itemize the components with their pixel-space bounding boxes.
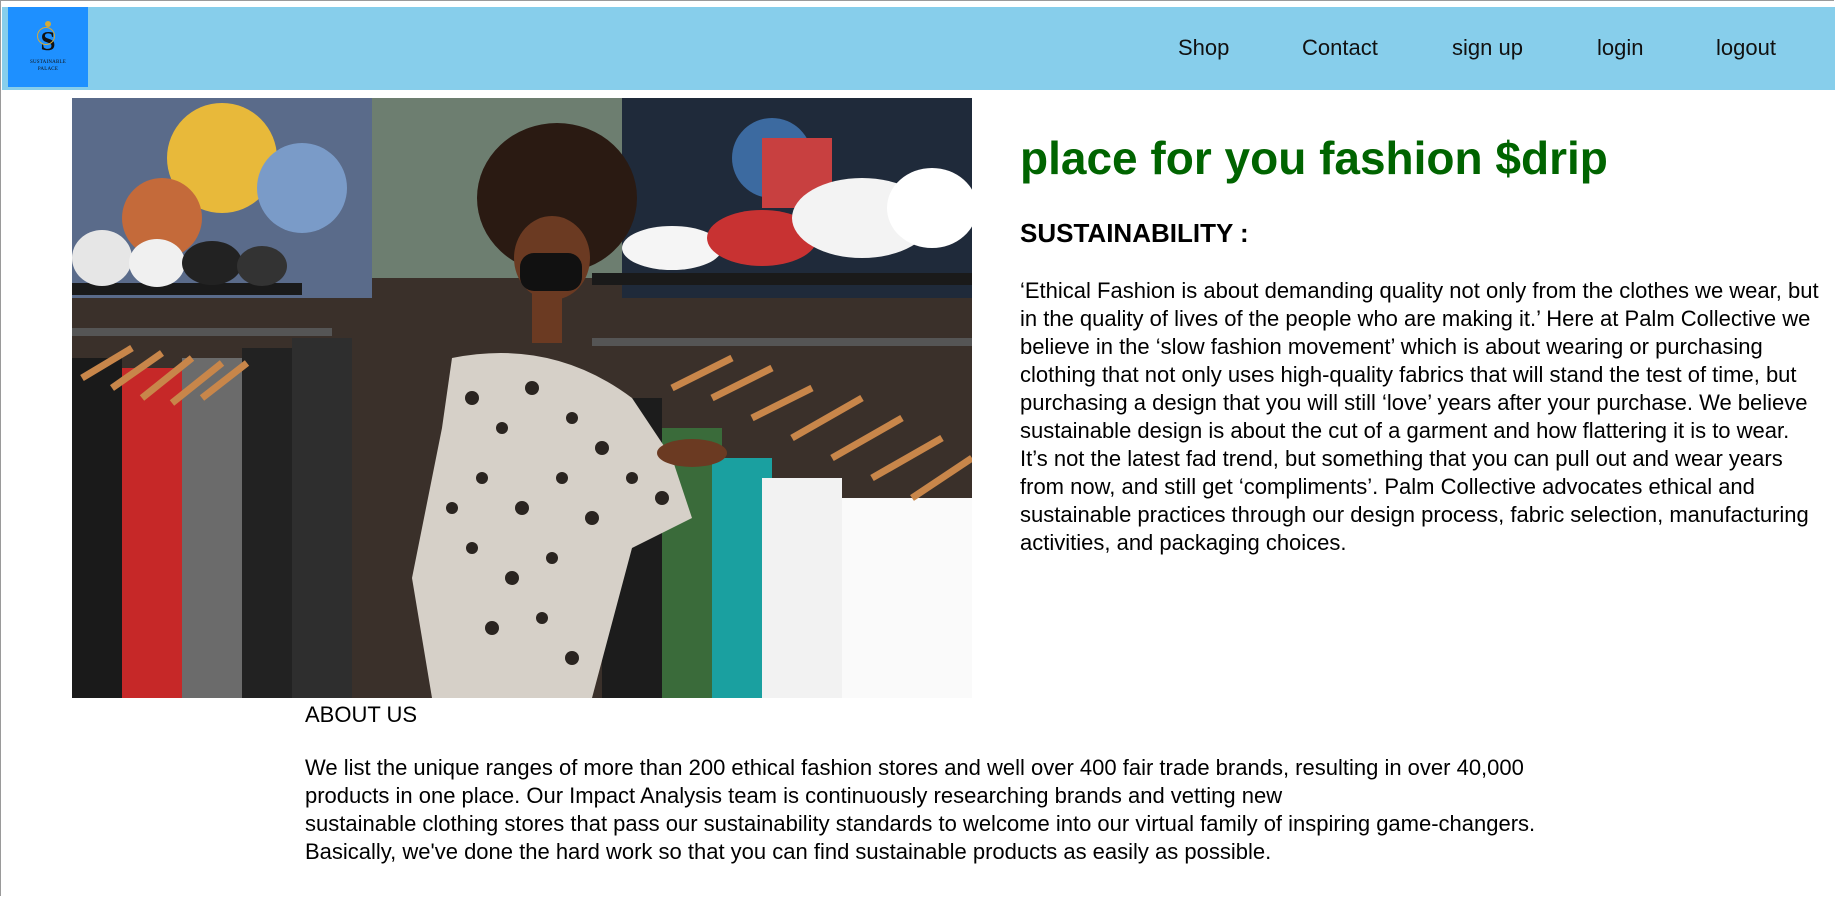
about-line: We list the unique ranges of more than 2… xyxy=(305,755,1524,780)
nav-signup-link[interactable]: sign up xyxy=(1452,35,1523,61)
nav-login-link[interactable]: login xyxy=(1597,35,1643,61)
about-line: products in one place. Our Impact Analys… xyxy=(305,783,1283,808)
about-line: Basically, we've done the hard work so t… xyxy=(305,839,1272,864)
about-line: sustainable clothing stores that pass ou… xyxy=(305,811,1536,836)
nav-shop-link[interactable]: Shop xyxy=(1178,35,1229,61)
nav-logout-link[interactable]: logout xyxy=(1716,35,1776,61)
navbar: S SUSTAINABLE PALACE Shop Contact sign u… xyxy=(2,7,1835,90)
sustainability-heading: SUSTAINABILITY : xyxy=(1020,218,1249,248)
sustainability-paragraph: ‘Ethical Fashion is about demanding qual… xyxy=(1020,278,1819,555)
hero-image xyxy=(72,98,972,698)
headline: place for you fashion $drip xyxy=(1020,132,1608,184)
nav-links: Shop Contact sign up login logout xyxy=(2,7,1835,90)
nav-contact-link[interactable]: Contact xyxy=(1302,35,1378,61)
about-us-heading: ABOUT US xyxy=(305,702,418,727)
about-us-paragraph: We list the unique ranges of more than 2… xyxy=(305,754,1705,866)
